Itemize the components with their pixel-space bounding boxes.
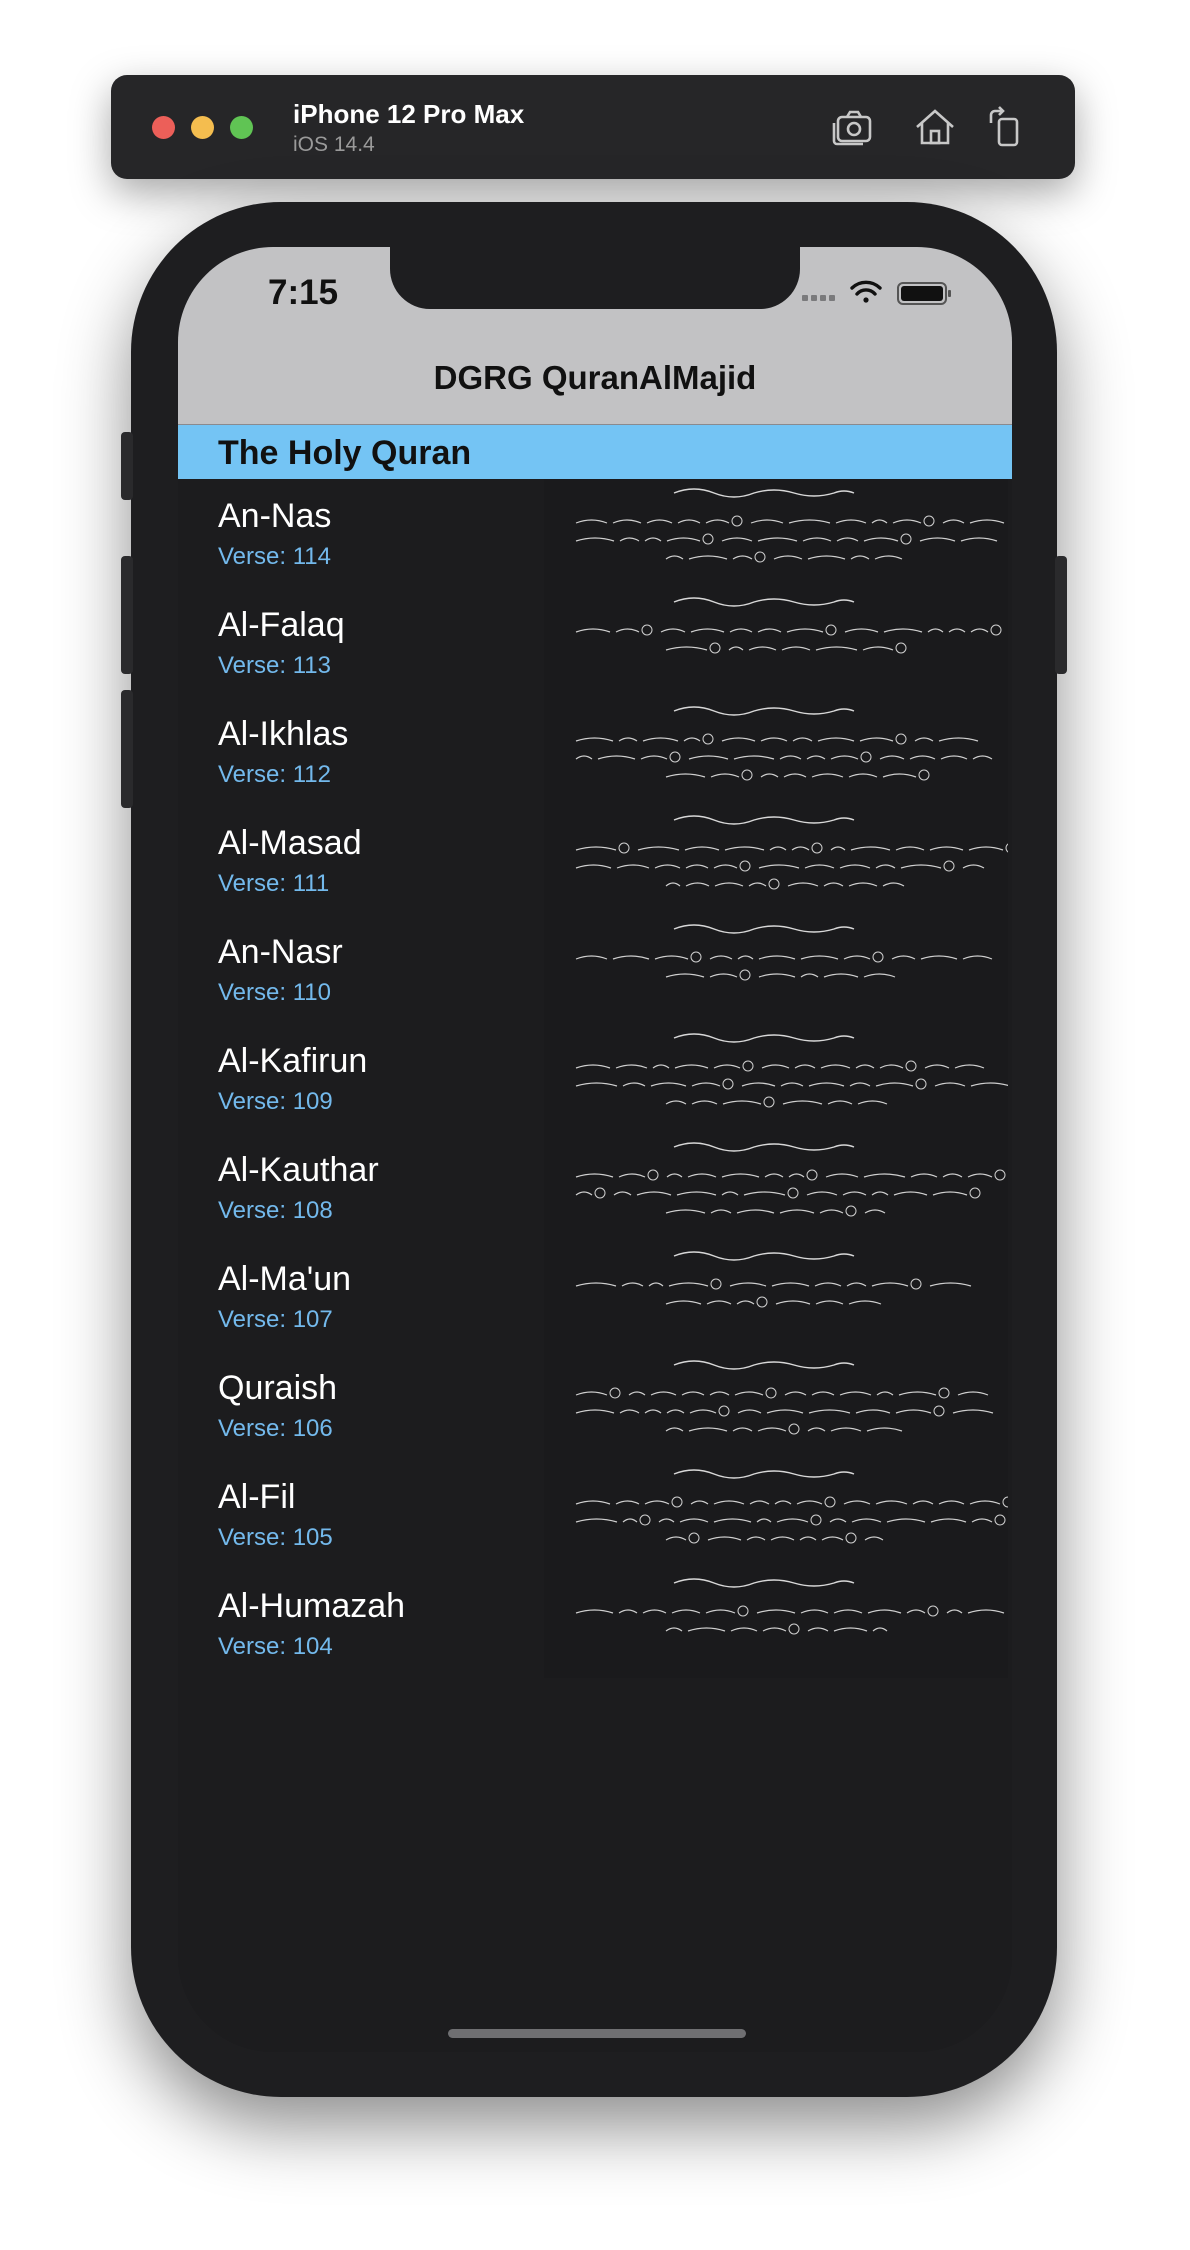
surah-row[interactable]: An-Nasr Verse: 110 [178,915,1012,1024]
surah-text-thumbnail [544,1351,1008,1460]
surah-verse-count: Verse: 106 [218,1415,333,1442]
surah-text-thumbnail [544,1242,1008,1351]
surah-name: Al-Ikhlas [218,715,349,753]
minimize-window-button[interactable] [191,116,214,139]
surah-verse-count: Verse: 113 [218,652,331,679]
surah-row[interactable]: An-Nas Verse: 114 [178,479,1012,588]
phone-screen: 7:15 DGRG QuranAlMajid The Holy Quran An… [178,247,1012,2052]
wifi-icon [850,280,882,303]
home-icon[interactable] [911,103,959,151]
surah-text-thumbnail [544,1024,1008,1133]
surah-name: Al-Ma'un [218,1260,352,1298]
surah-row[interactable]: Quraish Verse: 106 [178,1351,1012,1460]
surah-text-thumbnail [544,697,1008,806]
surah-text-thumbnail [544,1569,1008,1678]
screenshot-icon[interactable] [829,103,877,151]
surah-verse-count: Verse: 111 [218,870,330,897]
surah-name: Al-Falaq [218,606,345,644]
surah-verse-count: Verse: 108 [218,1197,333,1224]
close-window-button[interactable] [152,116,175,139]
surah-name: Al-Fil [218,1478,296,1516]
surah-row[interactable]: Al-Kafirun Verse: 109 [178,1024,1012,1133]
status-time: 7:15 [268,273,339,312]
surah-name: An-Nasr [218,933,343,971]
surah-text-thumbnail [544,588,1008,697]
surah-row[interactable]: Al-Kauthar Verse: 108 [178,1133,1012,1242]
surah-text-thumbnail [544,806,1008,915]
power-button [1055,556,1067,674]
surah-name: Al-Kauthar [218,1151,379,1189]
section-header-title: The Holy Quran [218,434,472,472]
silent-switch [121,432,133,500]
surah-row[interactable]: Al-Humazah Verse: 104 [178,1569,1012,1678]
surah-verse-count: Verse: 104 [218,1633,333,1660]
signal-icon [802,295,835,301]
surah-row[interactable]: Al-Falaq Verse: 113 [178,588,1012,697]
surah-name: An-Nas [218,497,332,535]
surah-row[interactable]: Al-Fil Verse: 105 [178,1460,1012,1569]
surah-verse-count: Verse: 109 [218,1088,333,1115]
os-version: iOS 14.4 [293,133,375,156]
volume-up-button [121,556,133,674]
section-header: The Holy Quran [178,425,1012,479]
surah-text-thumbnail [544,479,1008,588]
surah-text-thumbnail [544,1133,1008,1242]
surah-row[interactable]: Al-Masad Verse: 111 [178,806,1012,915]
status-icons [800,277,960,307]
surah-text-thumbnail [544,915,1008,1024]
home-indicator[interactable] [448,2029,746,2038]
surah-text-thumbnail [544,1460,1008,1569]
battery-icon [897,282,951,305]
rotate-icon[interactable] [983,103,1031,151]
surah-verse-count: Verse: 105 [218,1524,333,1551]
surah-verse-count: Verse: 112 [218,761,331,788]
device-name: iPhone 12 Pro Max [293,99,525,129]
nav-title: DGRG QuranAlMajid [433,359,757,396]
surah-verse-count: Verse: 110 [218,979,331,1006]
volume-down-button [121,690,133,808]
surah-verse-count: Verse: 114 [218,543,331,570]
surah-row[interactable]: Al-Ikhlas Verse: 112 [178,697,1012,806]
surah-name: Al-Masad [218,824,362,862]
surah-name: Al-Kafirun [218,1042,368,1080]
surah-name: Al-Humazah [218,1587,406,1625]
surah-list: An-Nas Verse: 114 Al-Falaq Verse: 113 Al… [178,479,1012,1678]
surah-verse-count: Verse: 107 [218,1306,333,1333]
simulator-toolbar: iPhone 12 Pro Max iOS 14.4 [111,75,1075,179]
surah-row[interactable]: Al-Ma'un Verse: 107 [178,1242,1012,1351]
zoom-window-button[interactable] [230,116,253,139]
notch [390,247,800,309]
surah-name: Quraish [218,1369,338,1407]
